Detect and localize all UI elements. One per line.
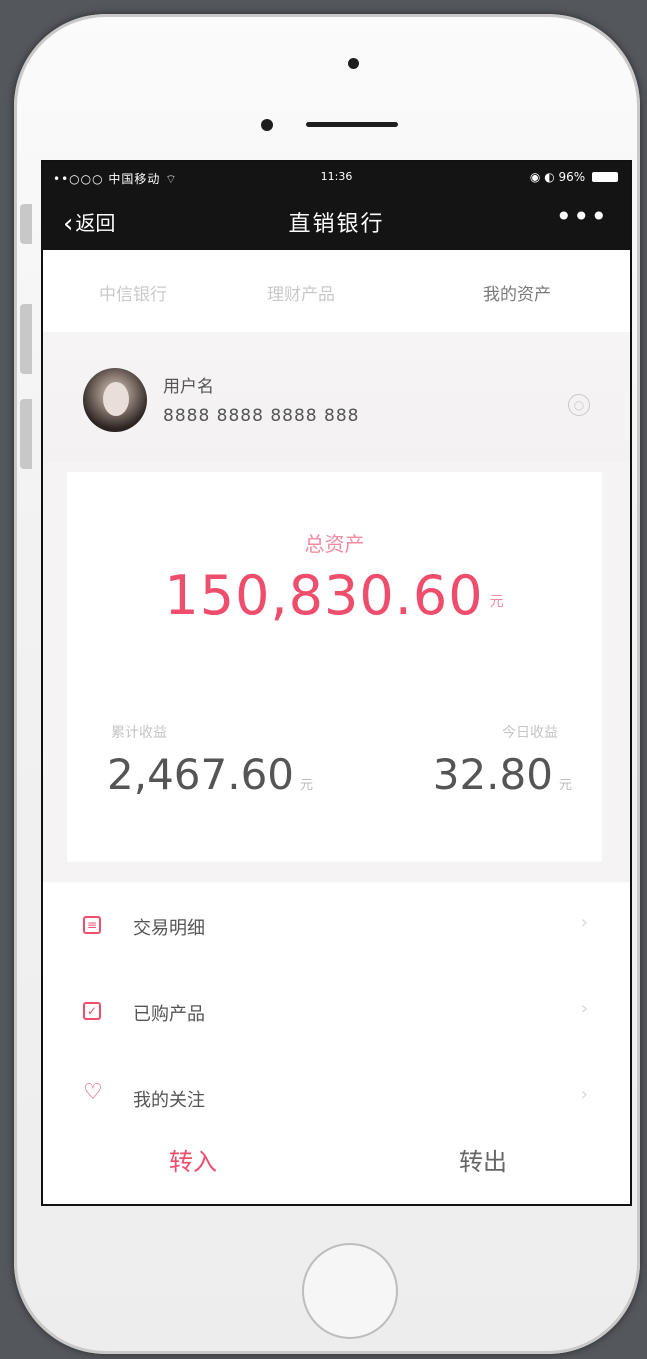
status-bar: ••○○○ 中国移动 ⌔ 11:36 ◉ ◐ 96% xyxy=(43,162,630,192)
card-number: 8888 8888 8888 888 xyxy=(163,406,360,426)
menu-item-label: 交易明细 xyxy=(133,918,205,939)
proximity-sensor xyxy=(261,119,273,131)
avatar xyxy=(83,368,147,432)
earpiece-speaker xyxy=(306,122,398,127)
bottom-action-bar: 转入 转出 xyxy=(43,1128,630,1204)
heart-icon: ♡ xyxy=(83,1080,103,1105)
volume-up-button xyxy=(20,304,32,374)
front-camera xyxy=(348,58,359,69)
tab-bar: 中信银行 理财产品 我的资产 xyxy=(43,250,630,334)
mute-switch xyxy=(20,204,32,244)
alarm-icon: ◉ xyxy=(529,170,541,184)
info-icon[interactable]: ○ xyxy=(568,394,590,416)
lock-rotation-icon: ◐ xyxy=(544,170,555,184)
battery-icon xyxy=(592,172,618,182)
menu-item-transactions[interactable]: ≡ 交易明细 › xyxy=(43,882,630,968)
menu-list: ≡ 交易明细 › ✓ 已购产品 › ♡ 我的关注 › xyxy=(43,882,630,1140)
tab-wealth-products[interactable]: 理财产品 xyxy=(267,280,335,305)
menu-item-label: 已购产品 xyxy=(133,1004,205,1025)
tab-my-assets[interactable]: 我的资产 xyxy=(483,280,551,305)
chevron-right-icon: › xyxy=(580,912,588,933)
user-info[interactable]: 用户名 8888 8888 8888 888 ○ xyxy=(43,332,630,462)
total-assets-label: 总资产 xyxy=(304,532,365,556)
today-income-number: 32.80 xyxy=(432,750,553,799)
chevron-right-icon: › xyxy=(580,1084,588,1105)
transfer-in-button[interactable]: 转入 xyxy=(169,1142,217,1177)
cumulative-income-unit: 元 xyxy=(300,778,314,793)
asset-area: 总资产 150,830.60 元 累计收益 2,467.60 元 今日收益 32.8… xyxy=(43,462,630,882)
home-button[interactable] xyxy=(302,1243,398,1339)
today-income-value: 32.80 元 xyxy=(433,750,572,799)
volume-down-button xyxy=(20,399,32,469)
username: 用户名 xyxy=(163,377,214,397)
total-assets-amount: 150,830.60 元 xyxy=(67,564,602,627)
menu-item-purchased[interactable]: ✓ 已购产品 › xyxy=(43,968,630,1054)
tab-citic-bank[interactable]: 中信银行 xyxy=(99,280,167,305)
nav-bar: ‹ 返回 直销银行 ••• xyxy=(43,192,630,250)
today-income-unit: 元 xyxy=(558,778,572,793)
cumulative-income-value: 2,467.60 元 xyxy=(107,750,313,799)
more-button[interactable]: ••• xyxy=(555,200,608,233)
list-icon: ≡ xyxy=(83,916,101,934)
checkbox-icon: ✓ xyxy=(83,1002,101,1020)
total-assets-unit: 元 xyxy=(489,594,505,610)
asset-card: 总资产 150,830.60 元 累计收益 2,467.60 元 今日收益 32.8… xyxy=(67,472,602,862)
cumulative-income-label: 累计收益 xyxy=(111,725,167,741)
cumulative-income-number: 2,467.60 xyxy=(107,750,295,799)
app-screen: ••○○○ 中国移动 ⌔ 11:36 ◉ ◐ 96% ‹ 返回 直销银行 ••• … xyxy=(41,160,632,1206)
today-income-label: 今日收益 xyxy=(502,725,558,741)
chevron-right-icon: › xyxy=(580,998,588,1019)
battery-percent: 96% xyxy=(558,170,586,184)
menu-item-label: 我的关注 xyxy=(133,1090,205,1111)
total-assets-value: 150,830.60 xyxy=(164,564,484,627)
transfer-out-button[interactable]: 转出 xyxy=(459,1142,507,1177)
page-title: 直销银行 xyxy=(288,212,385,237)
status-right: ◉ ◐ 96% xyxy=(530,170,618,184)
